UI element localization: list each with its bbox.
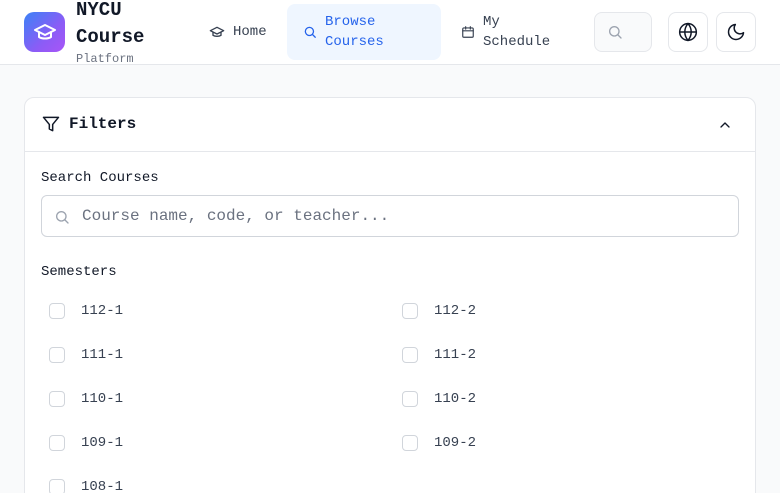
semester-label: 112-1 [81,303,124,319]
semester-label: 108-1 [81,479,124,493]
logo[interactable] [24,12,65,52]
calendar-icon [461,25,475,39]
search-icon [54,209,70,230]
checkbox[interactable] [402,435,418,451]
search-courses-label: Search Courses [41,170,159,186]
semester-label: 111-2 [434,347,477,363]
semester-checkbox-109-1[interactable]: 109-1 [49,433,123,453]
search-courses-field[interactable] [41,195,739,237]
brand-name[interactable]: NYCU Course [76,0,176,51]
graduation-cap-icon [209,24,225,40]
semester-checkbox-108-1[interactable]: 108-1 [49,477,123,493]
semester-label: 109-1 [81,435,124,451]
search-icon [609,26,622,39]
nav-home[interactable]: Home [196,4,280,60]
nav-home-label: Home [233,24,267,40]
semester-checkbox-109-2[interactable]: 109-2 [402,433,476,453]
semester-checkbox-110-1[interactable]: 110-1 [49,389,123,409]
search-courses-input[interactable] [82,196,722,236]
checkbox[interactable] [49,303,65,319]
checkbox[interactable] [49,347,65,363]
chevron-up-icon[interactable] [717,117,733,138]
semester-checkbox-110-2[interactable]: 110-2 [402,389,476,409]
checkbox[interactable] [49,479,65,493]
nav-browse-label: Browse Courses [325,14,384,50]
graduation-cap-icon [33,24,56,40]
semester-checkbox-111-2[interactable]: 111-2 [402,345,476,365]
checkbox[interactable] [402,303,418,319]
nav-schedule-label: My Schedule [483,14,551,50]
header-search-button[interactable] [594,12,652,52]
semester-label: 112-2 [434,303,477,319]
semester-label: 110-1 [81,391,124,407]
nav-browse-courses[interactable]: Browse Courses [287,4,441,60]
moon-icon [727,23,745,41]
nav-my-schedule[interactable]: My Schedule [447,4,577,60]
checkbox[interactable] [402,391,418,407]
search-icon [303,25,317,39]
semester-label: 109-2 [434,435,477,451]
top-header: NYCU Course Platform Home Browse Courses… [0,0,780,66]
funnel-icon [41,114,61,139]
theme-toggle-button[interactable] [716,12,756,52]
semester-label: 110-2 [434,391,477,407]
checkbox[interactable] [49,391,65,407]
semester-checkbox-111-1[interactable]: 111-1 [49,345,123,365]
checkbox[interactable] [402,347,418,363]
brand-subtitle: Platform [76,52,134,66]
checkbox[interactable] [49,435,65,451]
semester-label: 111-1 [81,347,124,363]
globe-icon [678,22,698,42]
semester-checkbox-112-2[interactable]: 112-2 [402,301,476,321]
semesters-label: Semesters [41,264,117,280]
language-button[interactable] [668,12,708,52]
semester-checkbox-112-1[interactable]: 112-1 [49,301,123,321]
filters-card: Filters Search Courses Semesters 112-1 1… [24,97,756,493]
filters-title: Filters [69,115,137,133]
filters-header[interactable]: Filters [25,98,755,152]
